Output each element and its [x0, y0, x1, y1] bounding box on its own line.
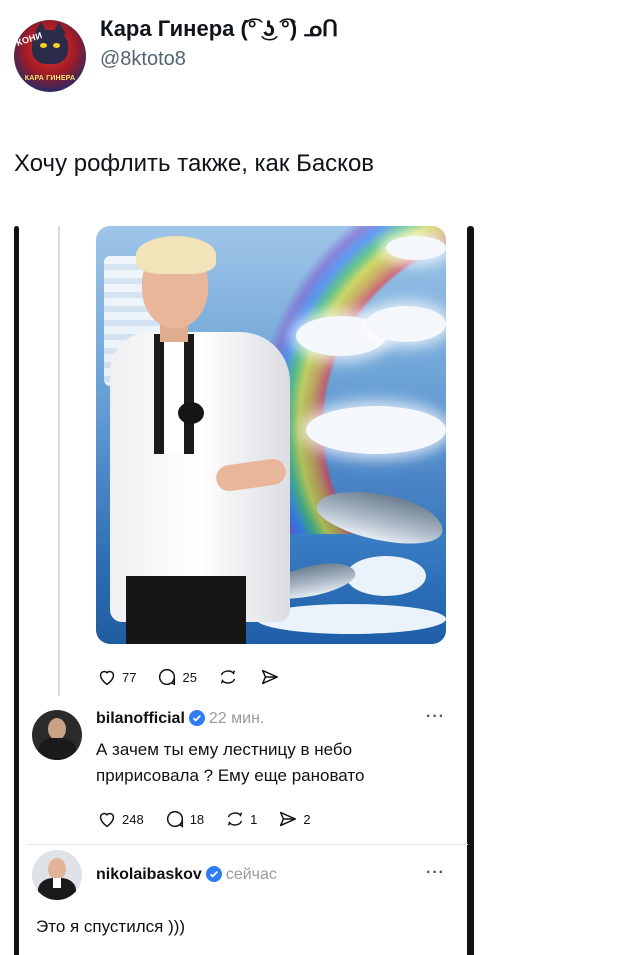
- reply-text-line: А зачем ты ему лестницу в небо: [96, 740, 353, 759]
- reply-header: nikolaibaskov сейчас: [96, 866, 277, 884]
- repost-icon: [228, 812, 243, 826]
- reply-username[interactable]: nikolaibaskov: [96, 866, 202, 883]
- reply-comment-count: 18: [189, 811, 205, 827]
- send-icon: [261, 669, 279, 685]
- reply-time: 22 мин.: [208, 710, 265, 727]
- comment-button[interactable]: 25: [156, 666, 197, 688]
- verified-badge-icon: [205, 866, 222, 882]
- reply-text: Это я спустился ))): [36, 917, 186, 936]
- author-avatar[interactable]: КОНИ КАРА ГИНЕРА: [14, 20, 86, 92]
- comment-icon: [166, 810, 183, 828]
- author-handle[interactable]: @8ktoto8: [100, 48, 186, 71]
- repost-button[interactable]: [217, 666, 239, 688]
- reply-header: bilanofficial 22 мин.: [96, 710, 264, 728]
- heart-icon: [99, 812, 115, 828]
- screenshot-frame-right: [467, 226, 474, 955]
- reply-share-count: 2: [303, 811, 311, 827]
- reply-divider: [28, 844, 468, 845]
- cloud-graphic: [386, 236, 446, 260]
- reply-repost-count: 1: [250, 811, 258, 827]
- reply-text-line: пририсовала ? Ему еще рановато: [96, 766, 365, 785]
- heart-icon: [99, 670, 115, 686]
- repost-icon: [220, 670, 236, 684]
- reply-like-button[interactable]: 248: [96, 808, 144, 830]
- author-display-name[interactable]: Кара Гинера (͡° ͜ʖ ͡°) ᓄᑎ: [100, 16, 338, 42]
- reply-more-button[interactable]: ···: [426, 864, 445, 882]
- avatar-tag-bottom: КАРА ГИНЕРА: [24, 75, 76, 82]
- wave-graphic: [346, 556, 426, 596]
- share-button[interactable]: [259, 666, 281, 688]
- reply-comment-button[interactable]: 18: [164, 808, 204, 830]
- comment-count: 25: [182, 669, 197, 685]
- man-pants-graphic: [126, 576, 246, 644]
- like-count: 77: [122, 669, 137, 685]
- reply-repost-button[interactable]: 1: [224, 808, 257, 830]
- man-shirt-graphic: [154, 334, 194, 454]
- reply-username[interactable]: bilanofficial: [96, 710, 185, 727]
- comment-icon: [159, 668, 176, 686]
- post-actions: 77 25: [96, 666, 301, 688]
- tweet-text: Хочу рофлить также, как Басков: [14, 150, 375, 177]
- cloud-graphic: [366, 306, 446, 342]
- man-hair-graphic: [136, 236, 216, 274]
- reply-share-button[interactable]: 2: [277, 808, 311, 830]
- reply-like-count: 248: [122, 811, 144, 827]
- lapel-flower-graphic: [178, 402, 204, 424]
- reply-more-button[interactable]: ···: [426, 708, 445, 726]
- reply-time: сейчас: [225, 866, 277, 883]
- reply-actions: 248 18 1 2: [96, 808, 331, 830]
- embedded-screenshot: 77 25 bilanofficial 22 мин. ··· А зачем т…: [14, 226, 474, 955]
- reply-text: А зачем ты ему лестницу в небо пририсова…: [96, 737, 364, 789]
- like-button[interactable]: 77: [96, 666, 136, 688]
- send-icon: [280, 811, 297, 827]
- reply-avatar[interactable]: [32, 850, 82, 900]
- post-image[interactable]: [96, 226, 446, 644]
- thread-line: [58, 226, 60, 696]
- cloud-graphic: [306, 406, 446, 454]
- verified-badge-icon: [188, 710, 205, 726]
- screenshot-frame-left: [14, 226, 19, 955]
- reply-avatar[interactable]: [32, 710, 82, 760]
